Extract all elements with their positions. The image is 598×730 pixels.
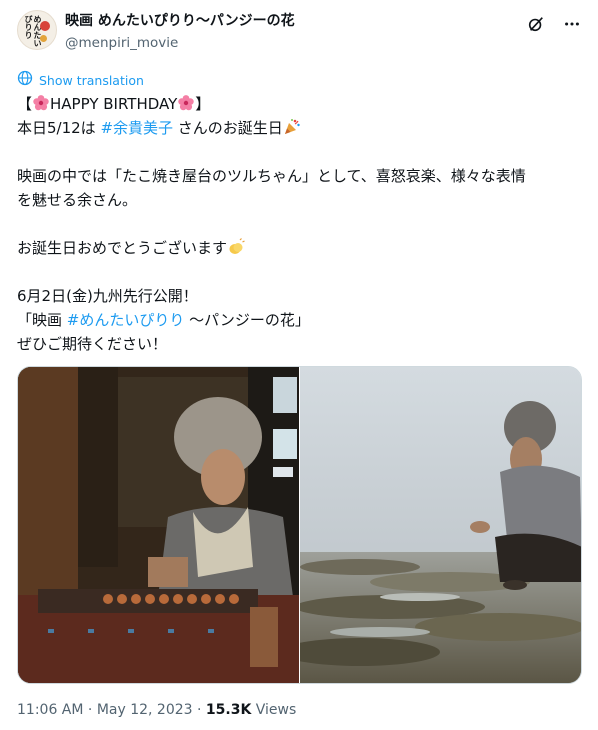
tweet-line-2: 本日5/12は #余貴美子 さんのお誕生日 bbox=[17, 116, 580, 140]
more-icon[interactable] bbox=[562, 14, 582, 34]
header-actions bbox=[526, 14, 582, 34]
hashtag-link[interactable]: #余貴美子 bbox=[100, 119, 173, 137]
grok-icon[interactable] bbox=[526, 14, 546, 34]
photo-seashore[interactable] bbox=[300, 367, 581, 683]
party-popper-emoji-icon bbox=[283, 118, 301, 136]
translate-icon bbox=[17, 70, 33, 90]
photo-takoyaki-stall[interactable] bbox=[18, 367, 299, 683]
tweet-line-11: ぜひご期待ください！ bbox=[17, 335, 168, 353]
handle[interactable]: @menpiri_movie bbox=[65, 34, 295, 52]
views-label: Views bbox=[251, 702, 297, 718]
tweet-time[interactable]: 11:06 AM bbox=[17, 702, 83, 718]
clapping-hands-emoji-icon bbox=[227, 238, 245, 256]
bracket-open: 【 bbox=[17, 95, 33, 113]
hashtag-link[interactable]: #めんたいぴりり bbox=[67, 311, 185, 329]
avatar[interactable]: めんたいぴりり bbox=[17, 10, 57, 50]
avatar-logo-text: めんたいぴりり bbox=[24, 15, 42, 47]
tweet-date[interactable]: May 12, 2023 bbox=[97, 702, 193, 718]
views-count: 15.3K bbox=[205, 702, 252, 718]
tweet-text: 【 HAPPY BIRTHDAY 】 本日5/12は #余貴美子 さんのお誕生日 映… bbox=[17, 92, 580, 356]
birthday-heading: HAPPY BIRTHDAY bbox=[50, 95, 178, 113]
separator: · bbox=[192, 702, 206, 718]
display-name[interactable]: 映画 めんたいぴりり～パンジーの花 bbox=[65, 12, 295, 30]
media-grid bbox=[17, 366, 582, 684]
tweet-line-7: お誕生日おめでとうございます bbox=[17, 236, 580, 260]
tweet-meta: 11:06 AM · May 12, 2023 · 15.3K Views bbox=[17, 702, 296, 718]
tweet-header: めんたいぴりり 映画 めんたいぴりり～パンジーの花 @menpiri_movie bbox=[17, 10, 582, 54]
avatar-logo-mark bbox=[40, 21, 50, 31]
text-segment: お誕生日おめでとうございます bbox=[17, 239, 228, 257]
tweet-line-5: を魅せる余さん。 bbox=[17, 191, 138, 209]
show-translation[interactable]: Show translation bbox=[17, 70, 144, 90]
tweet-line-10: 「映画 #めんたいぴりり ～パンジーの花」 bbox=[17, 308, 580, 332]
tweet-line-9: 6月2日(金)九州先行公開！ bbox=[17, 287, 198, 305]
hibiscus-emoji-icon bbox=[32, 94, 50, 112]
hibiscus-emoji-icon bbox=[177, 94, 195, 112]
bracket-close: 】 bbox=[195, 95, 211, 113]
text-segment: さんのお誕生日 bbox=[173, 119, 283, 137]
text-segment: ～パンジーの花」 bbox=[184, 311, 310, 329]
tweet-line-1: 【 HAPPY BIRTHDAY 】 bbox=[17, 92, 580, 116]
tweet-line-4: 映画の中では「たこ焼き屋台のツルちゃん」として、喜怒哀楽、様々な表情 bbox=[17, 167, 526, 185]
text-segment: 「映画 bbox=[17, 311, 67, 329]
avatar-logo-mark-small bbox=[40, 35, 47, 42]
photo-right-illustration bbox=[300, 367, 581, 683]
translate-label: Show translation bbox=[39, 72, 144, 88]
author-names: 映画 めんたいぴりり～パンジーの花 @menpiri_movie bbox=[65, 12, 295, 52]
photo-left-illustration bbox=[18, 367, 299, 683]
separator: · bbox=[83, 702, 97, 718]
text-segment: 本日5/12は bbox=[17, 119, 101, 137]
